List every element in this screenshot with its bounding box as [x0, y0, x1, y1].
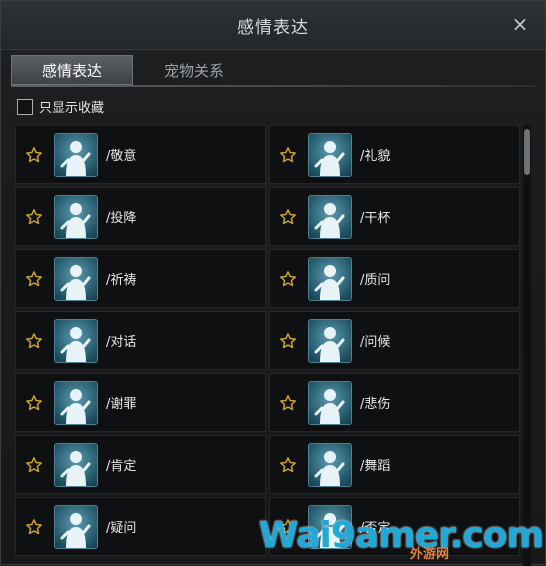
greeting-figure-icon — [308, 318, 352, 363]
favorites-filter-label: 只显示收藏 — [39, 101, 105, 116]
emote-grid: /敬意/礼貌/投降/干杯/祈祷/质问/对话/问候/谢罪/悲伤/肯定/舞蹈/疑问 /… — [15, 125, 531, 556]
emote-cell[interactable]: /问候 — [269, 311, 520, 370]
scrollbar[interactable] — [523, 125, 531, 566]
tab-pet-relations[interactable]: 宠物关系 — [133, 55, 255, 85]
polite-figure-icon — [308, 132, 352, 177]
title-bar: 感情表达 × — [1, 1, 545, 50]
emote-name: /礼貌 — [360, 149, 391, 164]
emote-cell[interactable]: /祈祷 — [15, 249, 266, 308]
emote-name: /否定 — [360, 521, 391, 536]
emote-name: /干杯 — [360, 211, 391, 226]
tab-underline — [11, 85, 535, 87]
emote-cell[interactable]: /质问 — [269, 249, 520, 308]
favorite-star-icon[interactable] — [24, 393, 44, 413]
doubt-figure-icon — [54, 504, 98, 549]
emote-name: /肯定 — [106, 459, 137, 474]
questioning-figure-icon — [308, 256, 352, 301]
emote-cell[interactable]: /干杯 — [269, 187, 520, 246]
emote-name: /敬意 — [106, 149, 137, 164]
emote-name: /祈祷 — [106, 273, 137, 288]
favorite-star-icon[interactable] — [24, 207, 44, 227]
close-icon[interactable]: × — [509, 12, 531, 36]
watermark-sub-logo: 外游网 — [409, 547, 449, 562]
emote-cell[interactable]: /投降 — [15, 187, 266, 246]
emote-cell[interactable]: /礼貌 — [269, 125, 520, 184]
scrollbar-thumb[interactable] — [524, 129, 530, 175]
favorites-filter[interactable]: 只显示收藏 — [17, 97, 104, 116]
surrender-figure-icon — [54, 194, 98, 239]
emote-cell[interactable]: /舞蹈 — [269, 435, 520, 494]
favorite-star-icon[interactable] — [24, 331, 44, 351]
apology-figure-icon — [54, 380, 98, 425]
emote-name: /问候 — [360, 335, 391, 350]
favorite-star-icon[interactable] — [24, 145, 44, 165]
favorite-star-icon[interactable] — [278, 269, 298, 289]
emote-name: /质问 — [360, 273, 391, 288]
favorite-star-icon[interactable] — [278, 517, 298, 537]
favorite-star-icon[interactable] — [278, 455, 298, 475]
emote-cell[interactable]: /肯定 — [15, 435, 266, 494]
emote-name: /悲伤 — [360, 397, 391, 412]
favorite-star-icon[interactable] — [24, 517, 44, 537]
cheers-figure-icon — [308, 194, 352, 239]
emote-name: /谢罪 — [106, 397, 137, 412]
favorites-checkbox[interactable] — [17, 98, 33, 115]
tab-emotes[interactable]: 感情表达 — [11, 55, 133, 85]
sad-figure-icon — [308, 380, 352, 425]
favorite-star-icon[interactable] — [278, 331, 298, 351]
tab-bar: 感情表达 宠物关系 — [11, 55, 255, 87]
affirm-figure-icon — [54, 442, 98, 487]
deny-figure-icon — [308, 504, 352, 549]
favorite-star-icon[interactable] — [278, 393, 298, 413]
favorite-star-icon[interactable] — [278, 145, 298, 165]
emote-name: /疑问 — [106, 521, 137, 536]
emote-window: 感情表达 × 感情表达 宠物关系 只显示收藏 /敬意/礼貌/投降/干杯/祈祷/质… — [0, 0, 546, 566]
favorite-star-icon[interactable] — [24, 269, 44, 289]
window-title: 感情表达 — [237, 17, 309, 38]
emote-name: /舞蹈 — [360, 459, 391, 474]
emote-cell[interactable]: /谢罪 — [15, 373, 266, 432]
emote-cell[interactable]: /敬意 — [15, 125, 266, 184]
emote-cell[interactable]: /对话 — [15, 311, 266, 370]
emote-name: /投降 — [106, 211, 137, 226]
praying-figure-icon — [54, 256, 98, 301]
favorite-star-icon[interactable] — [278, 207, 298, 227]
emote-name: /对话 — [106, 335, 137, 350]
talking-figure-icon — [54, 318, 98, 363]
emote-list[interactable]: /敬意/礼貌/投降/干杯/祈祷/质问/对话/问候/谢罪/悲伤/肯定/舞蹈/疑问 /… — [15, 125, 531, 566]
emote-cell[interactable]: /否定 — [269, 497, 520, 556]
bowing-figure-icon — [54, 132, 98, 177]
favorite-star-icon[interactable] — [24, 455, 44, 475]
emote-cell[interactable]: /悲伤 — [269, 373, 520, 432]
dancing-figure-icon — [308, 442, 352, 487]
emote-cell[interactable]: /疑问 — [15, 497, 266, 556]
